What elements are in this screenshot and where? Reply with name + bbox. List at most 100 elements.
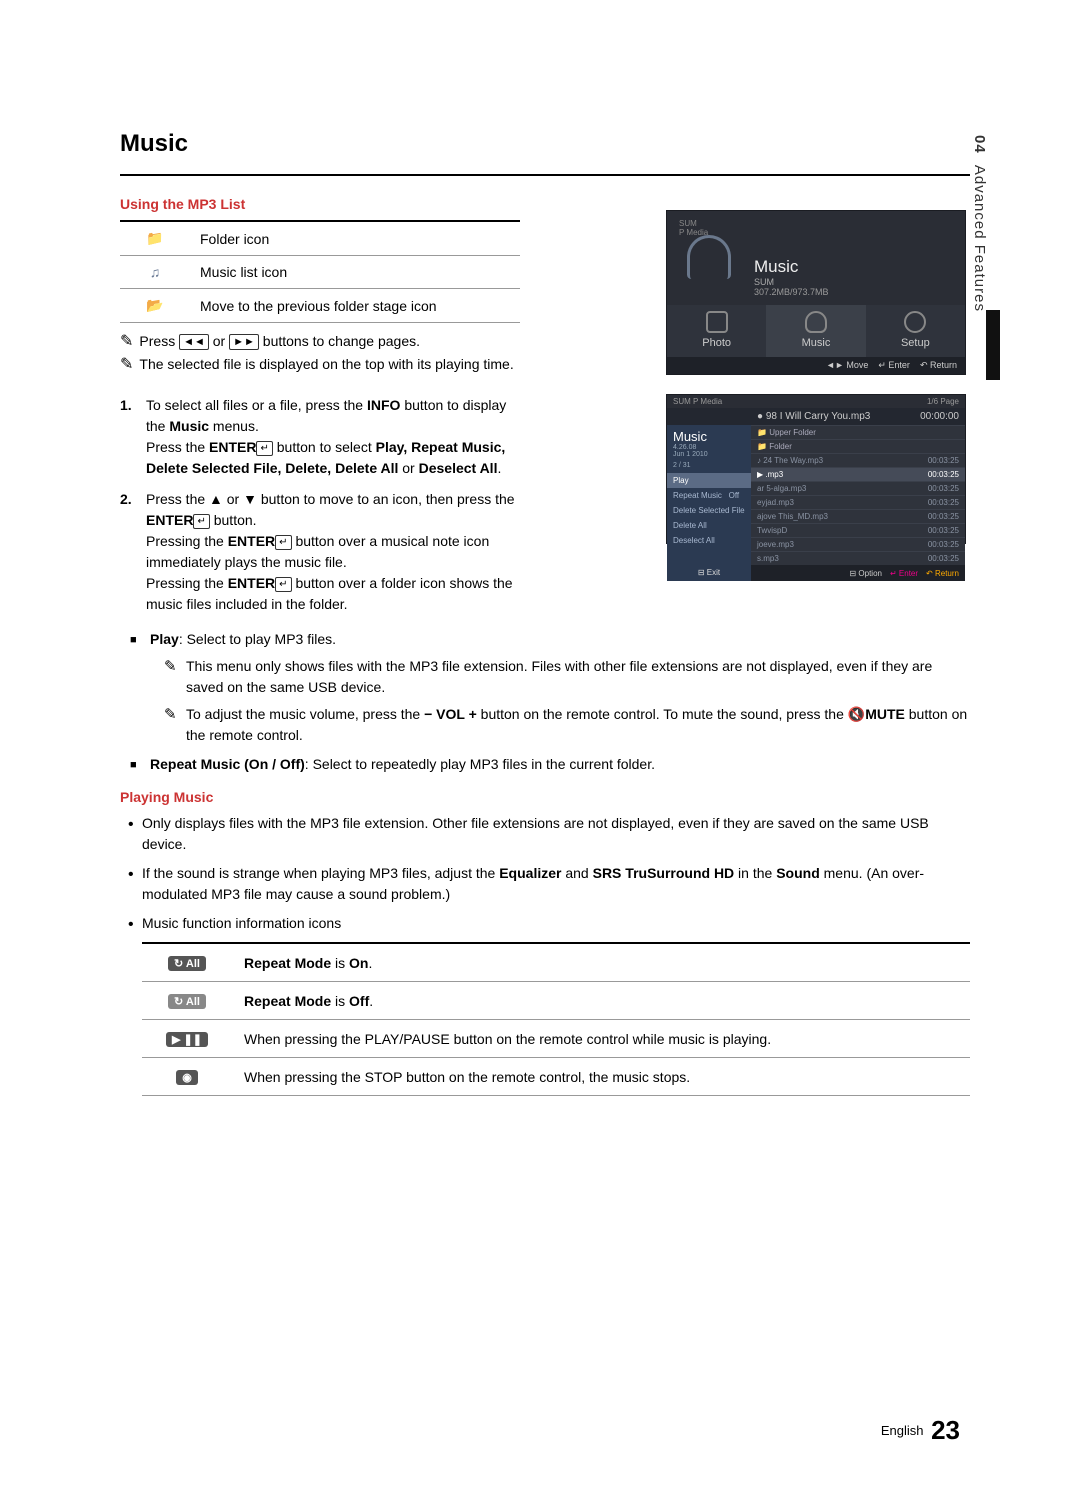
page: 04 Advanced Features Music Using the MP3… <box>0 0 1080 1494</box>
list-item[interactable]: 📁 Upper Folder <box>751 425 965 439</box>
footer-lang: English <box>881 1423 924 1438</box>
steps-list: To select all files or a file, press the… <box>120 395 525 615</box>
fastforward-icon: ►► <box>229 334 259 350</box>
headphone-icon <box>687 235 731 279</box>
list-item[interactable]: 📁 Folder <box>751 439 965 453</box>
repeat-off-icon: ↻ All <box>142 982 232 1020</box>
repeat-on-icon: ↻ All <box>142 943 232 982</box>
list-item[interactable]: ♪ 24 The Way.mp300:03:25 <box>751 453 965 467</box>
step-1: To select all files or a file, press the… <box>120 395 525 479</box>
panel-count: 2 / 31 <box>667 462 751 473</box>
exit-hint: ⊟ Exit <box>667 565 751 581</box>
context-menu: Play Repeat Music Off Delete Selected Fi… <box>667 473 751 565</box>
menu-deselect-all[interactable]: Deselect All <box>667 533 751 548</box>
step-2: Press the ▲ or ▼ button to move to an ic… <box>120 489 525 615</box>
gear-icon <box>904 311 926 333</box>
icon-label: Move to the previous folder stage icon <box>190 289 520 323</box>
music-icon <box>805 311 827 333</box>
tab-photo[interactable]: Photo <box>667 305 766 357</box>
icon-label: Folder icon <box>190 221 520 256</box>
list-item[interactable]: joeve.mp300:03:25 <box>751 537 965 551</box>
play-pause-icon: ▶ ❚❚ <box>142 1020 232 1058</box>
panel-date: 4.26.08 Jun 1 2010 <box>667 444 751 462</box>
list-item[interactable]: ajove This_MD.mp300:03:25 <box>751 509 965 523</box>
media-title: Music <box>754 257 953 277</box>
table-row: ◉ When pressing the STOP button on the r… <box>142 1058 970 1096</box>
note-change-pages: ✎ Press ◄◄ or ►► buttons to change pages… <box>120 333 525 350</box>
subheading-mp3-list: Using the MP3 List <box>120 196 525 212</box>
menu-delete-all[interactable]: Delete All <box>667 518 751 533</box>
enter-icon: ↵ <box>275 535 291 550</box>
return-hint: ↶ Return <box>926 569 959 578</box>
return-hint: ↶ Return <box>920 360 957 371</box>
chapter-number: 04 <box>971 135 988 154</box>
page-footer: English 23 <box>881 1415 960 1446</box>
music-list-icon: ♫ <box>120 256 190 289</box>
photo-icon <box>706 311 728 333</box>
list-item[interactable]: eyjad.mp300:03:25 <box>751 495 965 509</box>
note-item: To adjust the music volume, press the − … <box>150 704 970 746</box>
edge-tab <box>986 310 1000 380</box>
rewind-icon: ◄◄ <box>179 334 209 350</box>
table-row: ▶ ❚❚ When pressing the PLAY/PAUSE button… <box>142 1020 970 1058</box>
storage-size: 307.2MB/973.7MB <box>754 287 953 297</box>
feature-play: Play: Select to play MP3 files. This men… <box>120 629 970 746</box>
table-row: ♫ Music list icon <box>120 256 520 289</box>
feature-list: Play: Select to play MP3 files. This men… <box>120 629 970 775</box>
table-row: ↻ All Repeat Mode is On. <box>142 943 970 982</box>
stop-icon: ◉ <box>142 1058 232 1096</box>
ui-screenshot-music-list: SUM P Media 1/6 Page ● 98 I Will Carry Y… <box>666 394 966 544</box>
up-folder-icon: 📂 <box>120 289 190 323</box>
source-label: SUM P Media <box>679 219 953 237</box>
list-item[interactable]: TwvispD00:03:25 <box>751 523 965 537</box>
divider <box>120 174 970 176</box>
chapter-sidebar: 04 Advanced Features <box>971 135 988 312</box>
chapter-title: Advanced Features <box>971 165 988 312</box>
feature-repeat: Repeat Music (On / Off): Select to repea… <box>120 754 970 775</box>
folder-icon: 📁 <box>120 221 190 256</box>
menu-play[interactable]: Play <box>667 473 751 488</box>
ui-screenshot-media-home: SUM P Media Music SUM 307.2MB/973.7MB Ph… <box>666 210 966 375</box>
bullet-item: Only displays files with the MP3 file ex… <box>120 813 970 855</box>
enter-icon: ↵ <box>256 441 272 456</box>
note-icon: ✎ <box>120 334 133 350</box>
table-row: 📂 Move to the previous folder stage icon <box>120 289 520 323</box>
note-selected-file: ✎ The selected file is displayed on the … <box>120 356 525 373</box>
note-item: This menu only shows files with the MP3 … <box>150 656 970 698</box>
playing-music-bullets: Only displays files with the MP3 file ex… <box>120 813 970 934</box>
media-tabs: Photo Music Setup <box>667 305 965 357</box>
list-item-selected[interactable]: ▶ .mp300:03:25 <box>751 467 965 481</box>
info-icon-table: ↻ All Repeat Mode is On. ↻ All Repeat Mo… <box>142 942 970 1096</box>
storage-label: SUM <box>754 277 953 287</box>
enter-icon: ↵ <box>275 577 291 592</box>
bullet-item: If the sound is strange when playing MP3… <box>120 863 970 905</box>
move-hint: ◄► Move <box>826 360 868 370</box>
tab-setup[interactable]: Setup <box>866 305 965 357</box>
table-row: ↻ All Repeat Mode is Off. <box>142 982 970 1020</box>
footer-bar: ⊟ Exit ⊟ Option ↵ Enter ↶ Return <box>667 565 965 581</box>
note-icon: ✎ <box>120 357 133 373</box>
menu-delete-selected[interactable]: Delete Selected File <box>667 503 751 518</box>
list-item[interactable]: ar 5-alga.mp300:03:25 <box>751 481 965 495</box>
enter-icon: ↵ <box>193 514 209 529</box>
enter-hint: ↵ Enter <box>878 360 910 371</box>
icon-legend-table: 📁 Folder icon ♫ Music list icon 📂 Move t… <box>120 220 520 323</box>
list-item[interactable]: s.mp300:03:25 <box>751 551 965 565</box>
page-number: 23 <box>931 1415 960 1445</box>
footer-bar: ◄► Move ↵ Enter ↶ Return <box>667 357 965 374</box>
tab-music[interactable]: Music <box>766 305 865 357</box>
icon-label: Music list icon <box>190 256 520 289</box>
feature-play-notes: This menu only shows files with the MP3 … <box>150 656 970 746</box>
panel-title: Music <box>667 425 751 444</box>
file-list: 📁 Upper Folder 📁 Folder ♪ 24 The Way.mp3… <box>751 425 965 565</box>
subheading-playing-music: Playing Music <box>120 789 970 805</box>
table-row: 📁 Folder icon <box>120 221 520 256</box>
list-header: SUM P Media 1/6 Page <box>667 395 965 408</box>
option-hint: ⊟ Option <box>849 569 882 578</box>
bullet-item: Music function information icons <box>120 913 970 934</box>
section-title: Music <box>120 130 970 158</box>
now-playing-bar: ● 98 I Will Carry You.mp3 00:00:00 <box>667 408 965 425</box>
context-menu-panel: Music 4.26.08 Jun 1 2010 2 / 31 Play Rep… <box>667 425 751 565</box>
mute-icon: 🔇 <box>848 706 865 722</box>
menu-repeat[interactable]: Repeat Music Off <box>667 488 751 503</box>
